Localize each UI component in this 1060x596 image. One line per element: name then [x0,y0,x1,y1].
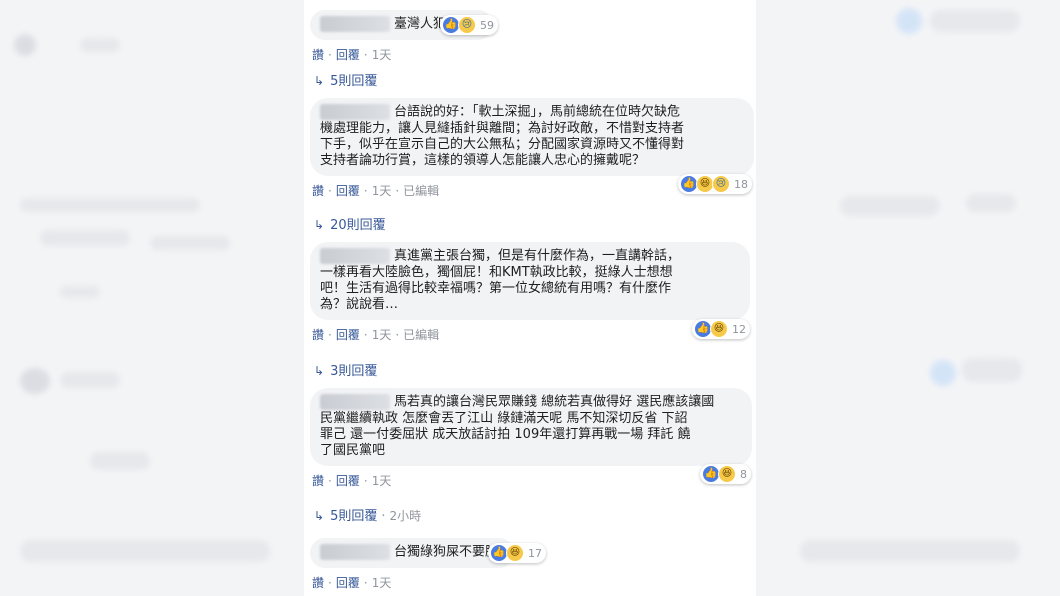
comment-bubble: 馬若真的讓台灣民眾賺錢 總統若真做得好 選民應該讓國 民黨繼續執政 怎麼會丟了江… [310,388,752,466]
reply-link[interactable]: 回覆 [336,328,360,342]
comment-bubble: 真進黨主張台獨，但是有什麼作為，一直講幹話， 一樣再看大陸臉色，獨個屁！和KMT… [310,242,750,320]
like-link[interactable]: 讚 [312,48,324,62]
reply-link[interactable]: 回覆 [336,474,360,488]
replies-count: 3則回覆 [330,364,378,379]
like-link[interactable]: 讚 [312,184,324,198]
comment-actions: 讚 · 回覆 · 1天 [312,47,392,62]
comments-panel: 臺灣人犯賤 讚 · 回覆 · 1天 👍 😢 59 ↳ 5則回覆 台語說的好：「軟土深掘」，馬前… [304,0,756,596]
comment-text-line: 馬若真的讓台灣民眾賺錢 總統若真做得好 選民應該讓國 [394,394,715,410]
reaction-count: 17 [528,546,542,560]
comment-text-line: 真進黨主張台獨，但是有什麼作為，一直講幹話， [394,248,681,264]
comment-actions: 讚 · 回覆 · 1天 [312,575,392,590]
reply-link[interactable]: 回覆 [336,576,360,590]
edited-label[interactable]: 已編輯 [403,328,439,342]
reply-arrow-icon: ↳ [314,509,325,523]
comment-text-line: 下手，似乎在宣示自己的大公無私；分配國家資源時又不懂得對 [320,136,685,152]
sad-icon: 😢 [458,16,476,34]
comment-text-line: 機處理能力，讓人見縫插針與離間；為討好政敵，不惜對支持者 [320,120,685,136]
comment-actions: 讚 · 回覆 · 1天 · 已編輯 [312,327,440,342]
reaction-count: 12 [732,322,746,336]
view-replies-link[interactable]: ↳ 20則回覆 [314,214,386,233]
comment-text-line: 罪己 還一付委屈狀 成天放話討拍 109年還打算再戰一場 拜託 饒 [320,426,691,442]
author-name-blurred[interactable] [320,16,390,32]
haha-icon: 😆 [710,320,728,338]
timestamp[interactable]: 1天 [372,184,392,198]
timestamp[interactable]: 1天 [372,48,392,62]
comment-text-line: 台語說的好：「軟土深掘」，馬前總統在位時欠缺危 [394,104,681,120]
timestamp[interactable]: 1天 [372,328,392,342]
comment-text-line: 了國民黨吧 [320,442,386,458]
replies-count: 5則回覆 [330,74,378,89]
author-name-blurred[interactable] [320,104,390,120]
reply-link[interactable]: 回覆 [336,48,360,62]
haha-icon: 😆 [718,465,736,483]
comment-text-line: 民黨繼續執政 怎麼會丟了江山 綠鏈滿天呢 馬不知深切反省 下詔 [320,410,688,426]
comment-actions: 讚 · 回覆 · 1天 [312,473,392,488]
comment-bubble: 台語說的好：「軟土深掘」，馬前總統在位時欠缺危 機處理能力，讓人見縫插針與離間；… [310,98,754,176]
comment-text-line: 為？說說看… [320,296,399,312]
haha-icon: 😆 [506,544,524,562]
reaction-count: 18 [734,177,748,191]
replies-count: 20則回覆 [330,218,386,233]
comment-5: 台獨綠狗屎不要臉 讚 · 回覆 · 1天 [310,538,515,591]
comment-3: 真進黨主張台獨，但是有什麼作為，一直講幹話， 一樣再看大陸臉色，獨個屁！和KMT… [310,242,750,343]
replies-count: 5則回覆 [330,509,378,524]
reply-link[interactable]: 回覆 [336,184,360,198]
comment-4: 馬若真的讓台灣民眾賺錢 總統若真做得好 選民應該讓國 民黨繼續執政 怎麼會丟了江… [310,388,752,489]
comment-text-line: 支持者論功行賞，這樣的領導人怎能讓人忠心的擁戴呢？ [320,152,646,168]
author-name-blurred[interactable] [320,248,390,264]
reaction-summary[interactable]: 👍 😆 17 [488,543,546,563]
reaction-count: 8 [740,467,747,481]
comment-bubble: 台獨綠狗屎不要臉 [310,538,515,568]
view-replies-link[interactable]: ↳ 3則回覆 [314,360,377,379]
reaction-summary[interactable]: 👍 😢 59 [440,15,498,35]
reaction-summary[interactable]: 👍 😆 😢 18 [678,174,752,194]
reaction-count: 59 [480,18,494,32]
like-link[interactable]: 讚 [312,328,324,342]
comment-text-line: 吧！生活有過得比較幸福嗎？第一位女總統有用嗎？有什麼作 [320,280,672,296]
edited-label[interactable]: 已編輯 [403,184,439,198]
view-replies-link[interactable]: ↳ 5則回覆 · 2小時 [314,505,421,524]
reaction-summary[interactable]: 👍 😆 8 [700,464,751,484]
reply-arrow-icon: ↳ [314,218,325,232]
reply-arrow-icon: ↳ [314,74,325,88]
comment-text-line: 一樣再看大陸臉色，獨個屁！和KMT執政比較，挺綠人士想想 [320,264,673,280]
sad-icon: 😢 [712,175,730,193]
replies-time: 2小時 [389,509,422,523]
reply-arrow-icon: ↳ [314,364,325,378]
timestamp[interactable]: 1天 [372,576,392,590]
view-replies-link[interactable]: ↳ 5則回覆 [314,70,377,89]
like-link[interactable]: 讚 [312,474,324,488]
comment-text: 台獨綠狗屎不要臉 [394,544,499,560]
like-link[interactable]: 讚 [312,576,324,590]
timestamp[interactable]: 1天 [372,474,392,488]
reaction-summary[interactable]: 👍 😆 12 [692,319,750,339]
author-name-blurred[interactable] [320,544,390,560]
author-name-blurred[interactable] [320,394,390,410]
